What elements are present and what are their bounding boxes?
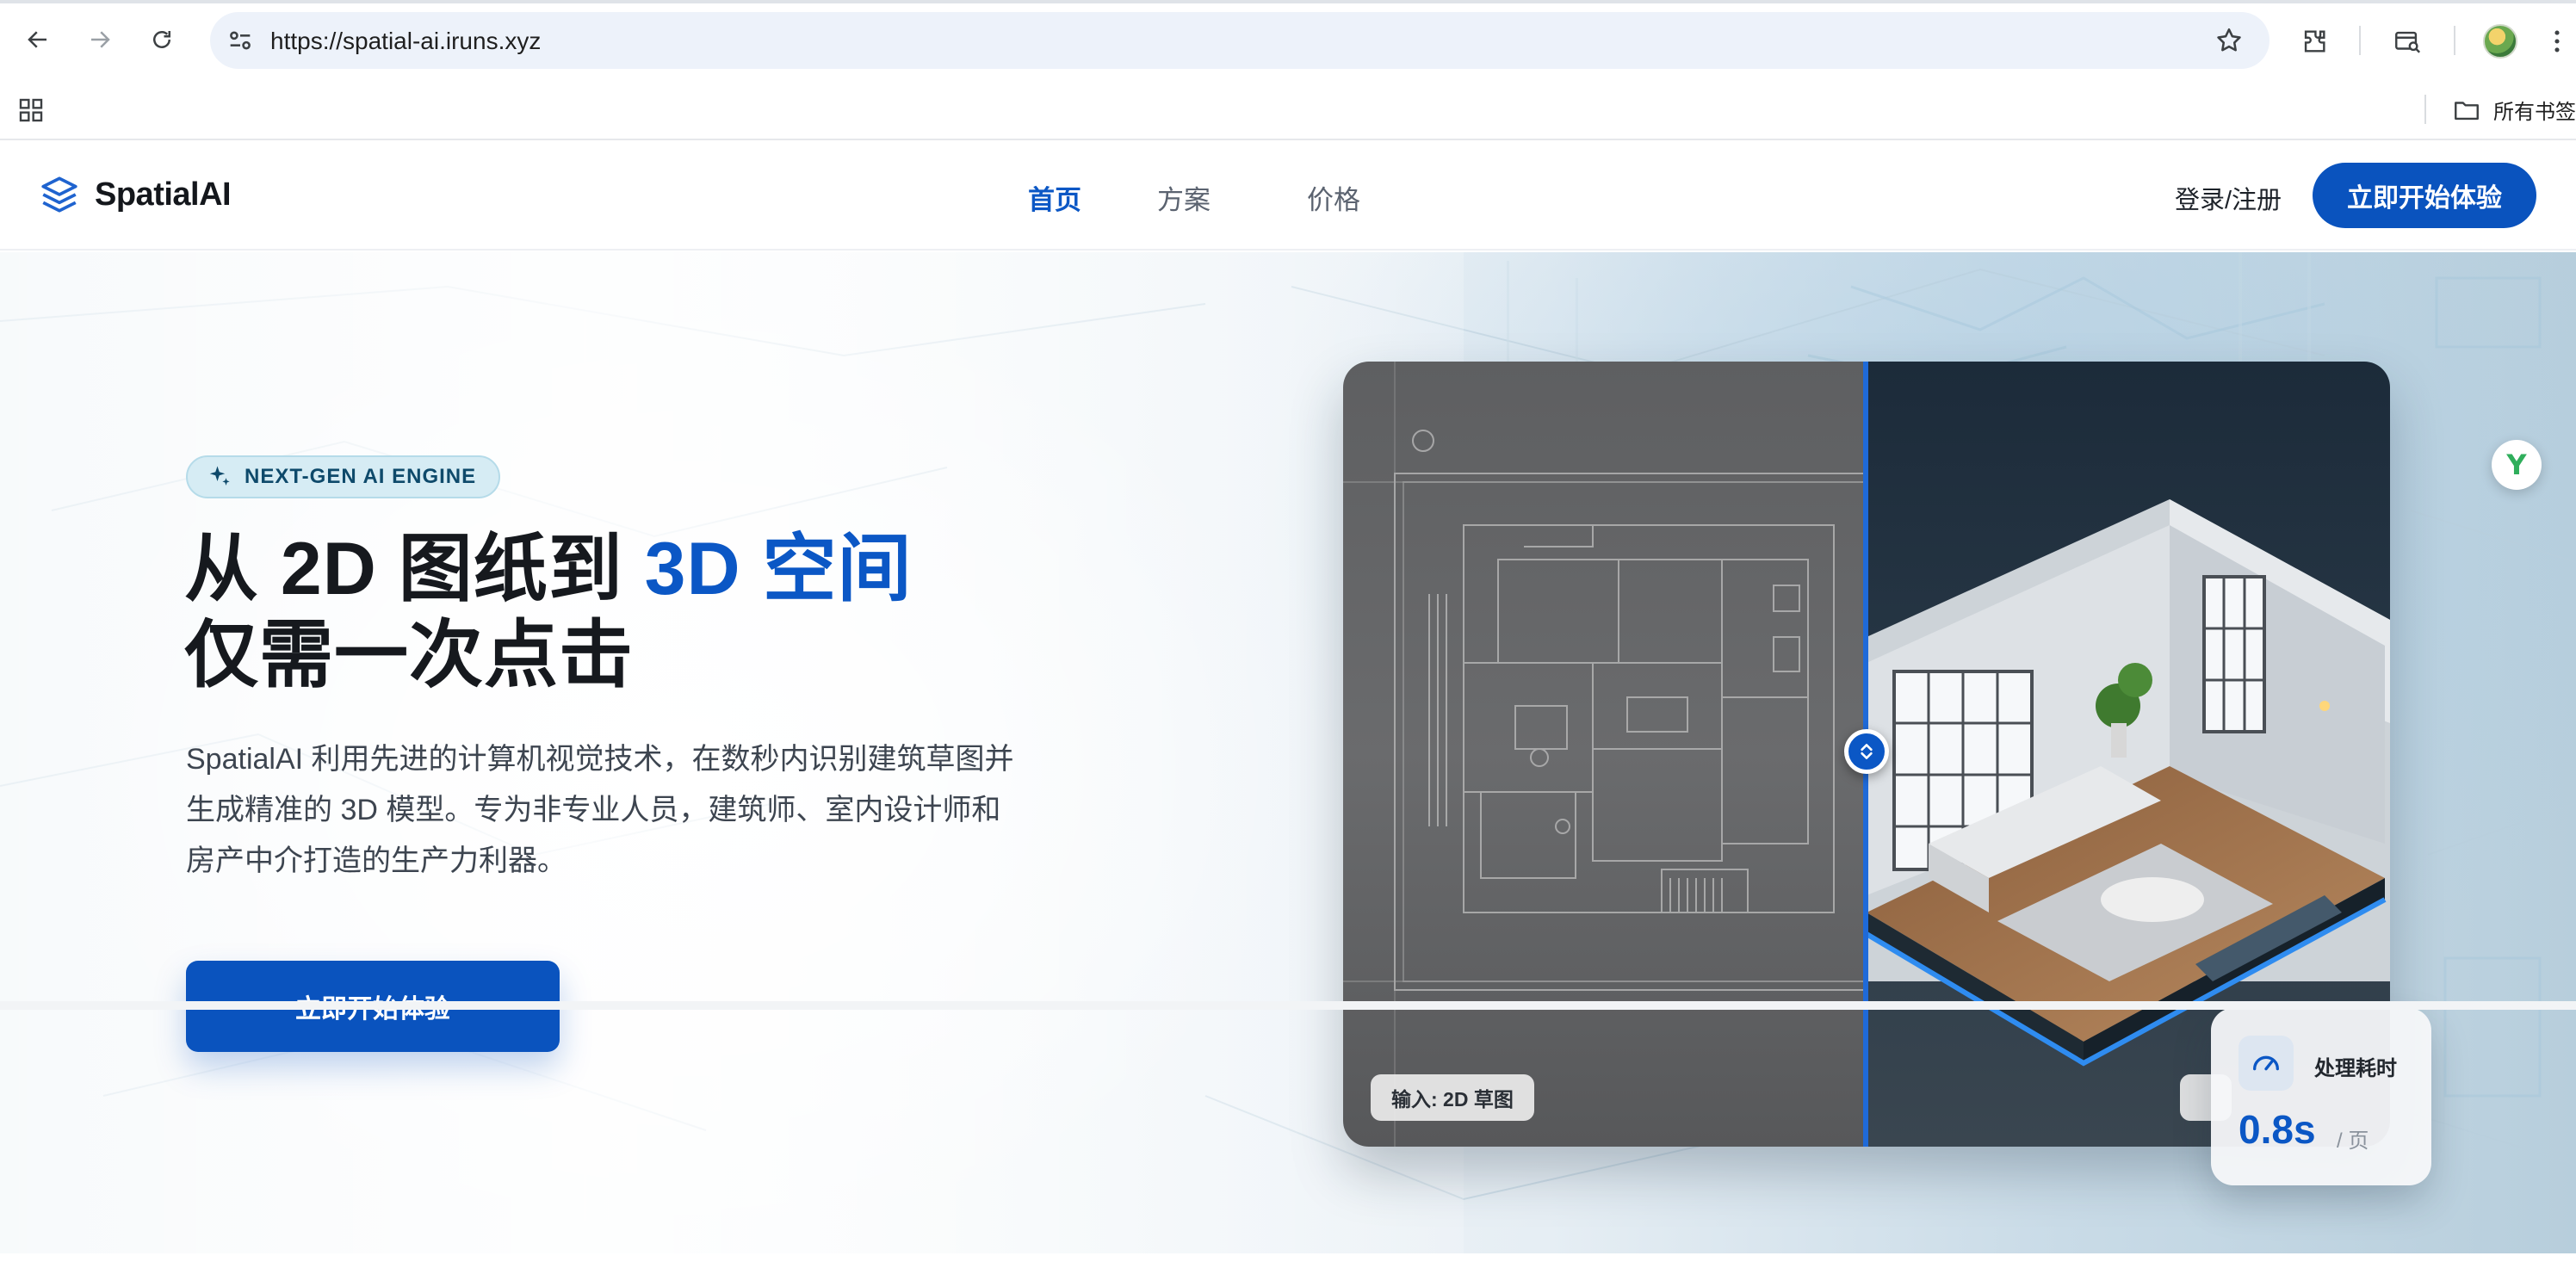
next-gen-badge: NEXT-GEN AI ENGINE [186,455,501,498]
site-header: SpatialAI 首页 方案 价格 登录/注册 立即开始体验 [0,142,2576,251]
hero-bottom-edge [0,1001,2576,1010]
description-line: 房产中介打造的生产力利器。 [186,844,567,877]
site-logo[interactable]: SpatialAI [38,173,232,216]
tab-search-button[interactable] [2390,24,2424,59]
all-bookmarks-label: 所有书签 [2493,101,2576,124]
sparkle-icon [209,466,230,486]
forward-button[interactable] [83,22,117,57]
headline-part-1: 从 2D 图纸到 [184,528,645,610]
back-button[interactable] [21,22,55,57]
profile-avatar[interactable] [2483,24,2517,59]
chevron-up-down-icon [1861,744,1873,759]
badge-text: NEXT-GEN AI ENGINE [245,465,477,488]
apps-grid-icon[interactable] [17,96,45,124]
headline-line-1: 从 2D 图纸到 3D 空间 [184,526,912,612]
arrow-left-icon [28,31,46,48]
headline-line-2: 仅需一次点击 [184,614,634,696]
nav-solutions[interactable]: 方案 [1157,178,1211,217]
floating-extension-button[interactable]: Y [2492,440,2542,490]
reload-icon [153,31,170,48]
description-line: SpatialAI 利用先进的计算机视觉技术，在数秒内识别建筑草图并 [186,743,1014,776]
bookmark-star-icon[interactable] [2214,26,2244,55]
toolbar-separator [2359,26,2361,55]
all-bookmarks-folder[interactable]: 所有书签 [2452,95,2576,125]
extensions-button[interactable] [2297,24,2331,59]
logo-text: SpatialAI [95,176,232,213]
puzzle-icon [2304,30,2325,53]
input-2d-sketch-tag: 输入: 2D 草图 [1371,1074,1534,1121]
tab-strip-edge [0,0,2576,3]
login-register-link[interactable]: 登录/注册 [2175,180,2282,216]
hero-section: NEXT-GEN AI ENGINE 从 2D 图纸到 3D 空间 仅需一次点击… [0,252,2576,1253]
toolbar-separator [2454,26,2455,55]
hero-headline: 从 2D 图纸到 3D 空间 仅需一次点击 [184,526,912,698]
nav-home[interactable]: 首页 [1028,178,1081,217]
speedometer-icon [2239,1036,2294,1091]
nav-pricing[interactable]: 价格 [1307,178,1360,217]
headline-accent: 3D 空间 [644,528,913,610]
address-bar[interactable]: https://spatial-ai.iruns.xyz [210,12,2269,69]
browser-menu-button[interactable] [2540,24,2574,59]
reload-button[interactable] [145,22,179,57]
processing-time-unit: / 页 [2337,1129,2369,1153]
processing-time-label: 处理耗时 [2314,1057,2397,1080]
bookmarks-separator [2424,95,2426,124]
more-vertical-icon [2554,30,2560,53]
arrow-right-icon [91,31,110,48]
start-now-header-button[interactable]: 立即开始体验 [2313,163,2536,228]
url-text: https://spatial-ai.iruns.xyz [270,28,542,54]
browser-chrome: https://spatial-ai.iruns.xyz 所有书签 [0,0,2576,140]
hero-description: SpatialAI 利用先进的计算机视觉技术，在数秒内识别建筑草图并 生成精准的… [186,734,1081,887]
processing-time-card: 处理耗时 0.8s / 页 [2211,1008,2431,1185]
folder-icon [2455,101,2479,120]
layers-logo-icon [41,176,77,213]
processing-time-value: 0.8s [2239,1107,2316,1152]
tab-search-icon [2395,31,2421,53]
site-settings-icon[interactable] [226,26,255,55]
description-line: 生成精准的 3D 模型。专为非专业人员，建筑师、室内设计师和 [186,794,1001,826]
comparison-slider-handle[interactable] [1844,729,1889,774]
